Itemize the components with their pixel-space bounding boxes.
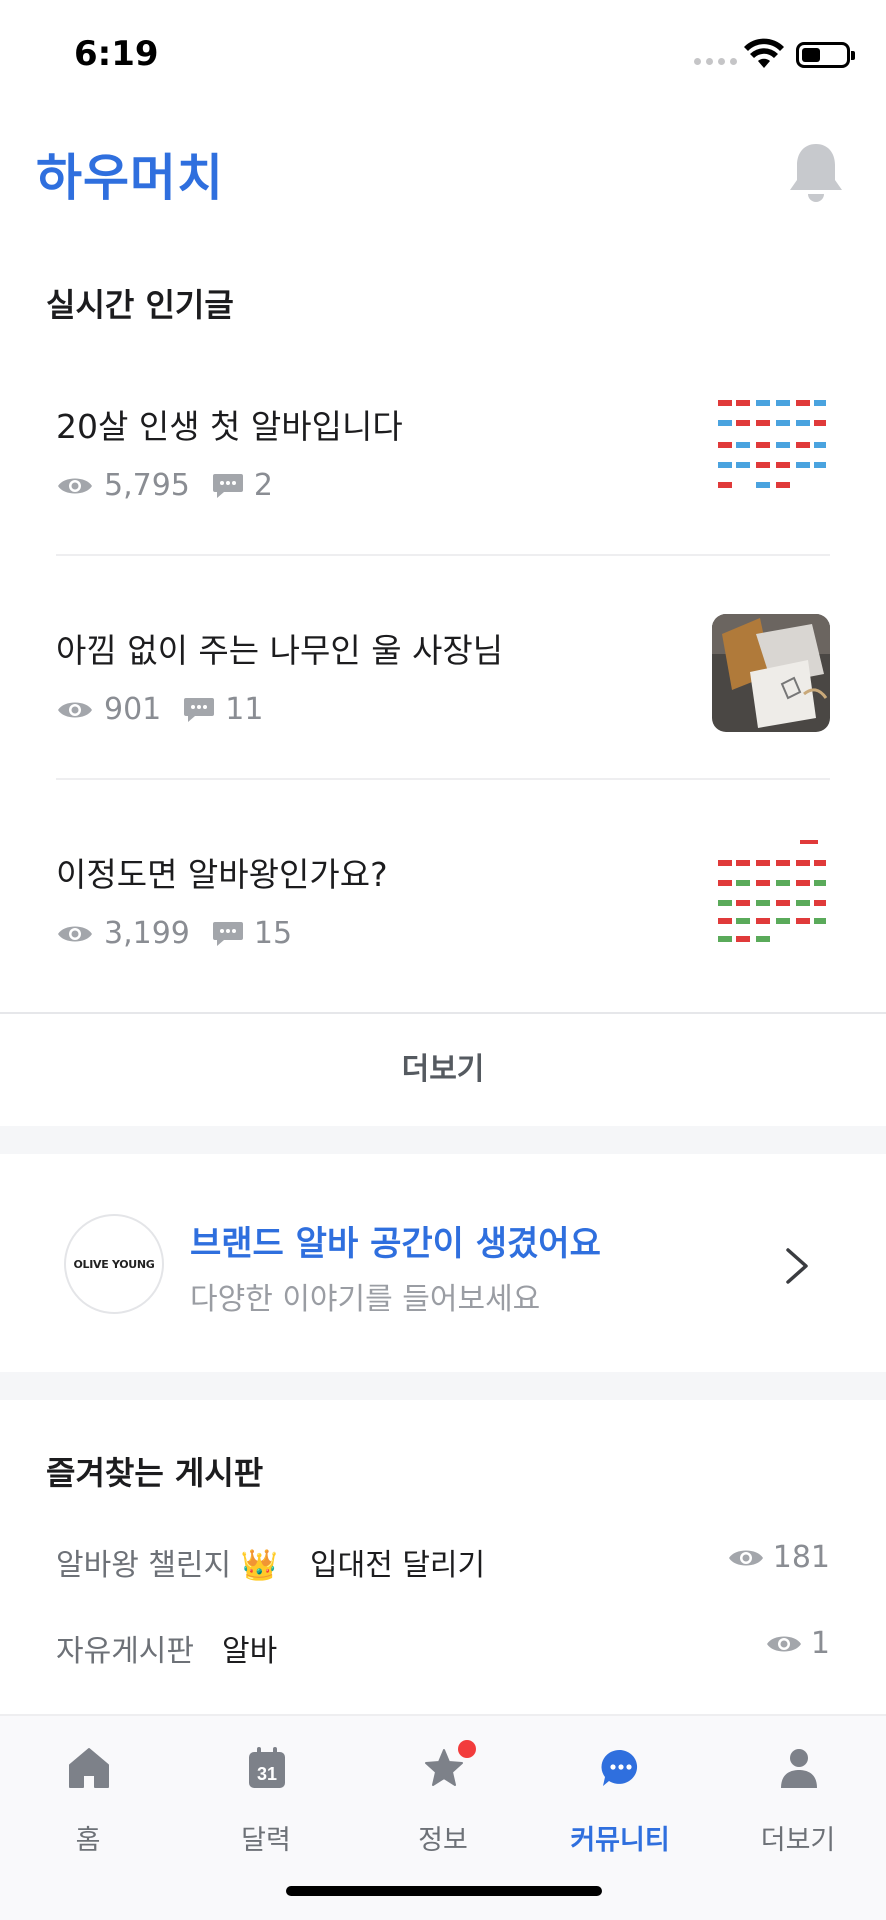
post-item[interactable]: 20살 인생 첫 알바입니다 5,795 2: [56, 360, 830, 584]
view-count: 1: [810, 1626, 830, 1661]
post-title: 이정도면 알바왕인가요?: [56, 855, 388, 894]
post-thumbnail: [712, 614, 830, 732]
tab-label: 홈: [75, 1825, 101, 1856]
tab-label: 정보: [418, 1825, 468, 1856]
eye-icon: [766, 1636, 801, 1651]
favorite-board-row[interactable]: 알바왕 챌린지 👑 입대전 달리기 181: [56, 1530, 830, 1590]
post-thumbnail: [712, 838, 830, 956]
post-title: 아낌 없이 주는 나무인 울 사장님: [56, 631, 504, 670]
more-button[interactable]: 더보기: [0, 1014, 886, 1126]
eye-icon: [728, 1550, 763, 1565]
comment-count: 15: [253, 916, 293, 951]
app-logo: 하우머치: [36, 149, 224, 207]
eye-icon: [58, 702, 92, 717]
status-time: 6:19: [74, 34, 159, 74]
home-icon: [69, 1748, 109, 1788]
comment-icon: [212, 921, 243, 946]
board-name: 알바왕 챌린지 👑: [56, 1548, 279, 1583]
view-count: 3,199: [104, 916, 190, 951]
view-count: 901: [104, 692, 162, 727]
section-separator: [0, 1126, 886, 1154]
chevron-right-icon: [786, 1248, 808, 1284]
tab-home[interactable]: 홈: [28, 1738, 148, 1856]
popular-section-title: 실시간 인기글: [46, 286, 234, 324]
board-name: 자유게시판: [56, 1634, 194, 1669]
more-section: 더보기: [0, 1012, 886, 1126]
home-indicator: [286, 1886, 602, 1896]
wifi-icon: [744, 38, 784, 68]
comment-icon: [212, 473, 243, 498]
view-count: 181: [772, 1540, 830, 1575]
comment-count: 2: [253, 468, 273, 503]
battery-icon: [796, 42, 855, 68]
chat-bubble-icon: [601, 1749, 638, 1786]
comment-icon: [184, 697, 215, 722]
tab-label: 달력: [241, 1825, 291, 1856]
tab-info[interactable]: 정보: [383, 1738, 503, 1856]
brand-banner-title: 브랜드 알바 공간이 생겼어요: [190, 1224, 601, 1264]
notification-badge: [458, 1740, 476, 1758]
post-thumbnail: [712, 390, 830, 508]
post-meta: 3,199 15: [56, 916, 292, 951]
post-title: 20살 인생 첫 알바입니다: [56, 407, 403, 446]
favorites-section-title: 즐겨찾는 게시판: [46, 1454, 264, 1492]
view-count-group: 181: [727, 1540, 830, 1575]
brand-banner-subtitle: 다양한 이야기를 들어보세요: [190, 1282, 541, 1317]
brand-logo: OLIVE YOUNG: [64, 1214, 164, 1314]
post-item[interactable]: 이정도면 알바왕인가요? 3,199 15: [56, 808, 830, 1032]
tab-more[interactable]: 더보기: [738, 1738, 858, 1856]
post-title: 입대전 달리기: [310, 1548, 486, 1583]
calendar-icon: 31: [249, 1747, 285, 1788]
tab-calendar[interactable]: 31 달력: [206, 1738, 326, 1856]
brand-banner[interactable]: OLIVE YOUNG 브랜드 알바 공간이 생겼어요 다양한 이야기를 들어보…: [0, 1154, 886, 1372]
post-meta: 901 11: [56, 692, 263, 727]
view-count: 5,795: [104, 468, 190, 503]
favorite-board-row[interactable]: 자유게시판 알바 1: [56, 1616, 830, 1676]
comment-count: 11: [225, 692, 264, 727]
signal-icon: [694, 58, 737, 65]
eye-icon: [58, 478, 92, 493]
notification-bell-icon[interactable]: [786, 140, 846, 206]
view-count-group: 1: [765, 1626, 830, 1661]
tab-label: 커뮤니티: [570, 1825, 670, 1856]
calendar-day: 31: [257, 1764, 277, 1784]
person-icon: [781, 1749, 817, 1788]
section-separator: [0, 1372, 886, 1400]
post-item[interactable]: 아낌 없이 주는 나무인 울 사장님 901 11: [56, 584, 830, 808]
tab-label: 더보기: [760, 1825, 836, 1856]
divider: [56, 554, 830, 556]
post-meta: 5,795 2: [56, 468, 273, 503]
eye-icon: [58, 926, 92, 941]
divider: [56, 778, 830, 780]
status-bar: 6:19: [0, 0, 886, 110]
tab-community[interactable]: 커뮤니티: [560, 1738, 680, 1856]
post-title: 알바: [222, 1634, 278, 1669]
